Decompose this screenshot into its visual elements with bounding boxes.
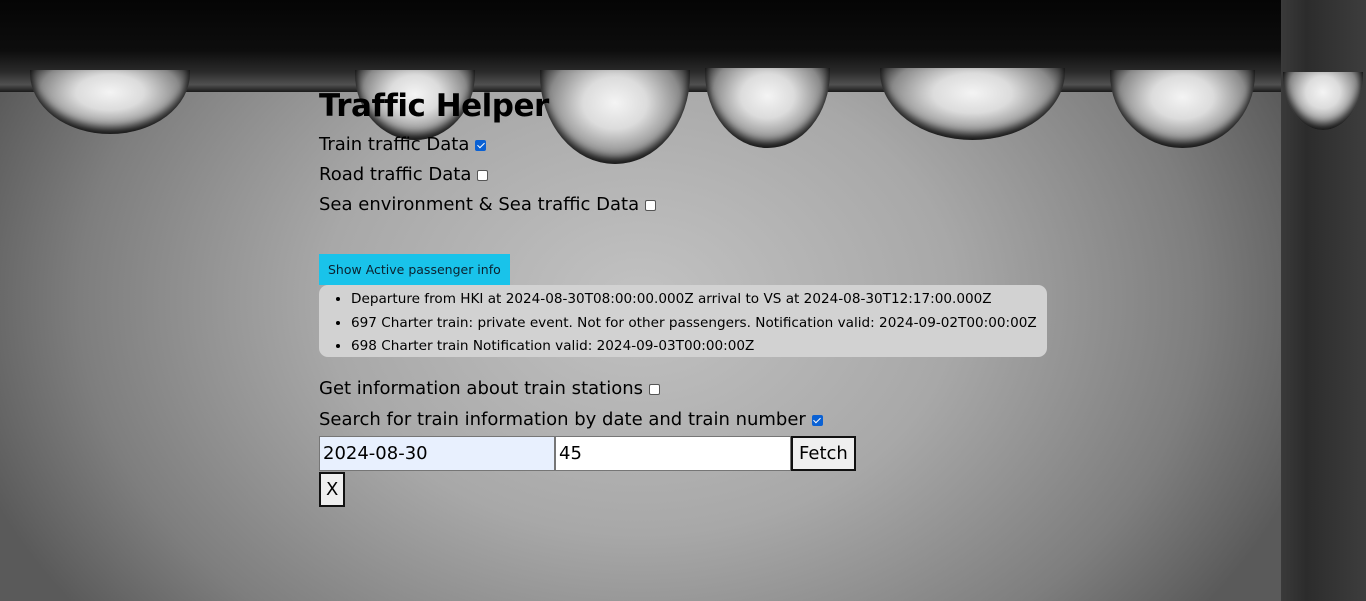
passenger-info-box: Departure from HKI at 2024-08-30T08:00:0… — [319, 285, 1047, 357]
search-train-checkbox[interactable] — [811, 414, 823, 426]
train-stations-checkbox[interactable] — [649, 383, 661, 395]
option-label: Sea environment & Sea traffic Data — [319, 194, 640, 215]
clear-button[interactable]: X — [319, 472, 346, 507]
list-item: Departure from HKI at 2024-08-30T08:00:0… — [351, 288, 1047, 312]
water-drop — [30, 70, 190, 134]
option-sea-traffic: Sea environment & Sea traffic Data — [319, 190, 1079, 220]
passenger-info-list: Departure from HKI at 2024-08-30T08:00:0… — [319, 288, 1047, 359]
main-content: Traffic Helper Train traffic Data Road t… — [319, 86, 1079, 507]
show-passenger-info-button[interactable]: Show Active passenger info — [319, 254, 510, 285]
list-item: 697 Charter train: private event. Not fo… — [351, 312, 1047, 336]
option-train-stations: Get information about train stations — [319, 374, 1079, 404]
option-label: Get information about train stations — [319, 378, 644, 399]
option-train-traffic: Train traffic Data — [319, 130, 1079, 160]
road-traffic-checkbox[interactable] — [477, 169, 489, 181]
option-road-traffic: Road traffic Data — [319, 160, 1079, 190]
data-source-options: Train traffic Data Road traffic Data Sea… — [319, 130, 1079, 220]
option-label: Road traffic Data — [319, 164, 472, 185]
option-label: Search for train information by date and… — [319, 409, 806, 430]
water-drop — [1110, 70, 1255, 148]
page-title: Traffic Helper — [319, 88, 549, 124]
option-search-train: Search for train information by date and… — [319, 405, 1079, 435]
background-right-panel — [1281, 0, 1366, 601]
date-input[interactable]: 2024-08-30 — [319, 436, 555, 471]
search-form: 2024-08-30 45 Fetch — [319, 436, 1079, 471]
train-traffic-checkbox[interactable] — [475, 139, 487, 151]
list-item: 698 Charter train Notification valid: 20… — [351, 335, 1047, 359]
sea-traffic-checkbox[interactable] — [645, 199, 657, 211]
water-drop — [1283, 72, 1363, 130]
train-number-input[interactable]: 45 — [555, 436, 791, 471]
fetch-button[interactable]: Fetch — [791, 436, 856, 471]
option-label: Train traffic Data — [319, 134, 470, 155]
